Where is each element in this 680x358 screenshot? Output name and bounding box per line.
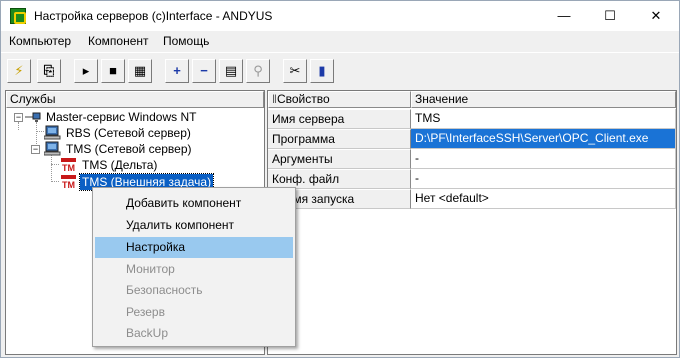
maximize-button[interactable]: ☐ bbox=[587, 1, 633, 31]
tree-label: RBS (Сетевой сервер) bbox=[66, 126, 191, 140]
tm-icon-text: TM bbox=[62, 180, 75, 190]
tree-label: TMS (Дельта) bbox=[82, 158, 158, 172]
add-button[interactable]: + bbox=[165, 59, 189, 83]
title-bar[interactable]: Настройка серверов (c)Interface - ANDYUS… bbox=[1, 1, 679, 31]
menu-item-settings[interactable]: Настройка bbox=[95, 237, 293, 258]
menu-component[interactable]: Компонент bbox=[88, 34, 149, 48]
connect-button[interactable]: ⚡ bbox=[7, 59, 31, 83]
chip-icon: ▦ bbox=[133, 63, 147, 78]
property-value[interactable]: - bbox=[411, 169, 676, 189]
tree-node-tms-delta[interactable]: TM TMS (Дельта) bbox=[60, 157, 250, 173]
property-column-header[interactable]: ‖Свойство bbox=[268, 91, 411, 108]
minus-icon: − bbox=[200, 63, 208, 78]
menu-item-remove-component[interactable]: Удалить компонент bbox=[95, 215, 293, 236]
menu-item-backup: BackUp bbox=[126, 326, 169, 340]
table-row[interactable]: Аргументы - bbox=[268, 149, 676, 169]
property-value[interactable]: TMS bbox=[411, 109, 676, 129]
tools-icon: ✂ bbox=[289, 63, 301, 78]
plus-icon: + bbox=[173, 63, 181, 78]
property-header-label: Свойство bbox=[276, 92, 330, 106]
menu-item-monitor: Монитор bbox=[126, 262, 175, 276]
table-row[interactable]: Конф. файл - bbox=[268, 169, 676, 189]
toolbar: ⚡ ⎘ ▸ ■ ▦ + − ▤ ⚲ ✂ ▮ bbox=[1, 52, 679, 88]
tree-connector bbox=[51, 164, 59, 165]
lightning-icon: ⚡ bbox=[14, 63, 24, 78]
menu-item-reserve: Резерв bbox=[126, 305, 165, 319]
menu-bar: Компьютер Компонент Помощь bbox=[1, 31, 679, 51]
tm-icon-text: TM bbox=[62, 163, 75, 173]
minimize-button[interactable]: — bbox=[541, 1, 587, 31]
network-icon bbox=[24, 109, 42, 125]
remove-button[interactable]: − bbox=[192, 59, 216, 83]
tree-label: TMS (Сетевой сервер) bbox=[66, 142, 192, 156]
tree-label: Master-сервис Windows NT bbox=[46, 110, 197, 124]
property-value[interactable]: D:\PF\InterfaceSSH\Server\OPC_Client.exe bbox=[411, 129, 676, 149]
play-icon: ▸ bbox=[82, 63, 90, 78]
tm-icon: TM bbox=[60, 174, 78, 190]
table-row[interactable]: Программа D:\PF\InterfaceSSH\Server\OPC_… bbox=[268, 129, 676, 149]
stop-icon: ■ bbox=[109, 63, 117, 78]
properties-button[interactable]: ▤ bbox=[219, 59, 243, 83]
tools-button[interactable]: ✂ bbox=[283, 59, 307, 83]
property-value[interactable]: - bbox=[411, 149, 676, 169]
copy-icon: ⎘ bbox=[43, 63, 55, 78]
tree-node-master-service[interactable]: − Master-сервис Windows NT bbox=[14, 109, 244, 125]
collapse-toggle[interactable]: − bbox=[14, 113, 23, 122]
tree-connector bbox=[36, 131, 44, 132]
collapse-toggle[interactable]: − bbox=[31, 145, 40, 154]
stop-button[interactable]: ■ bbox=[101, 59, 125, 83]
tree-node-tms-server[interactable]: − TMS (Сетевой сервер) bbox=[31, 141, 244, 157]
menu-item-add-component[interactable]: Добавить компонент bbox=[95, 193, 293, 214]
tree-node-rbs[interactable]: RBS (Сетевой сервер) bbox=[43, 125, 244, 141]
components-button[interactable]: ▦ bbox=[128, 59, 152, 83]
help-book-icon: ▮ bbox=[318, 63, 326, 78]
table-row[interactable]: Время запуска Нет <default> bbox=[268, 189, 676, 209]
close-button[interactable]: ✕ bbox=[633, 1, 679, 31]
table-row[interactable]: Имя сервера TMS bbox=[268, 109, 676, 129]
menu-computer[interactable]: Компьютер bbox=[9, 34, 71, 48]
main-window: Настройка серверов (c)Interface - ANDYUS… bbox=[0, 0, 680, 358]
property-name: Имя сервера bbox=[268, 109, 411, 129]
app-icon bbox=[10, 8, 26, 24]
search-button[interactable]: ⚲ bbox=[246, 59, 270, 83]
help-button[interactable]: ▮ bbox=[310, 59, 334, 83]
computer-icon bbox=[43, 141, 62, 157]
tree-connector bbox=[18, 122, 19, 130]
play-button[interactable]: ▸ bbox=[74, 59, 98, 83]
property-value[interactable]: Нет <default> bbox=[411, 189, 676, 209]
property-name: Программа bbox=[268, 129, 411, 149]
properties-pane: ‖Свойство Значение Имя сервера TMS Прогр… bbox=[267, 90, 677, 355]
copy-button[interactable]: ⎘ bbox=[37, 59, 61, 83]
tree-connector bbox=[51, 154, 52, 182]
menu-item-security: Безопасность bbox=[126, 283, 203, 297]
context-menu: Добавить компонент Удалить компонент Нас… bbox=[92, 187, 296, 347]
value-column-header[interactable]: Значение bbox=[411, 91, 676, 108]
window-title: Настройка серверов (c)Interface - ANDYUS bbox=[34, 9, 273, 23]
services-header[interactable]: Службы bbox=[6, 91, 264, 108]
magnifier-icon: ⚲ bbox=[253, 63, 263, 78]
menu-help[interactable]: Помощь bbox=[163, 34, 209, 48]
tree-connector bbox=[51, 181, 59, 182]
properties-icon: ▤ bbox=[224, 63, 238, 78]
tm-icon: TM bbox=[60, 157, 78, 173]
property-name: Конф. файл bbox=[268, 169, 411, 189]
computer-icon bbox=[43, 125, 62, 141]
property-name: Аргументы bbox=[268, 149, 411, 169]
